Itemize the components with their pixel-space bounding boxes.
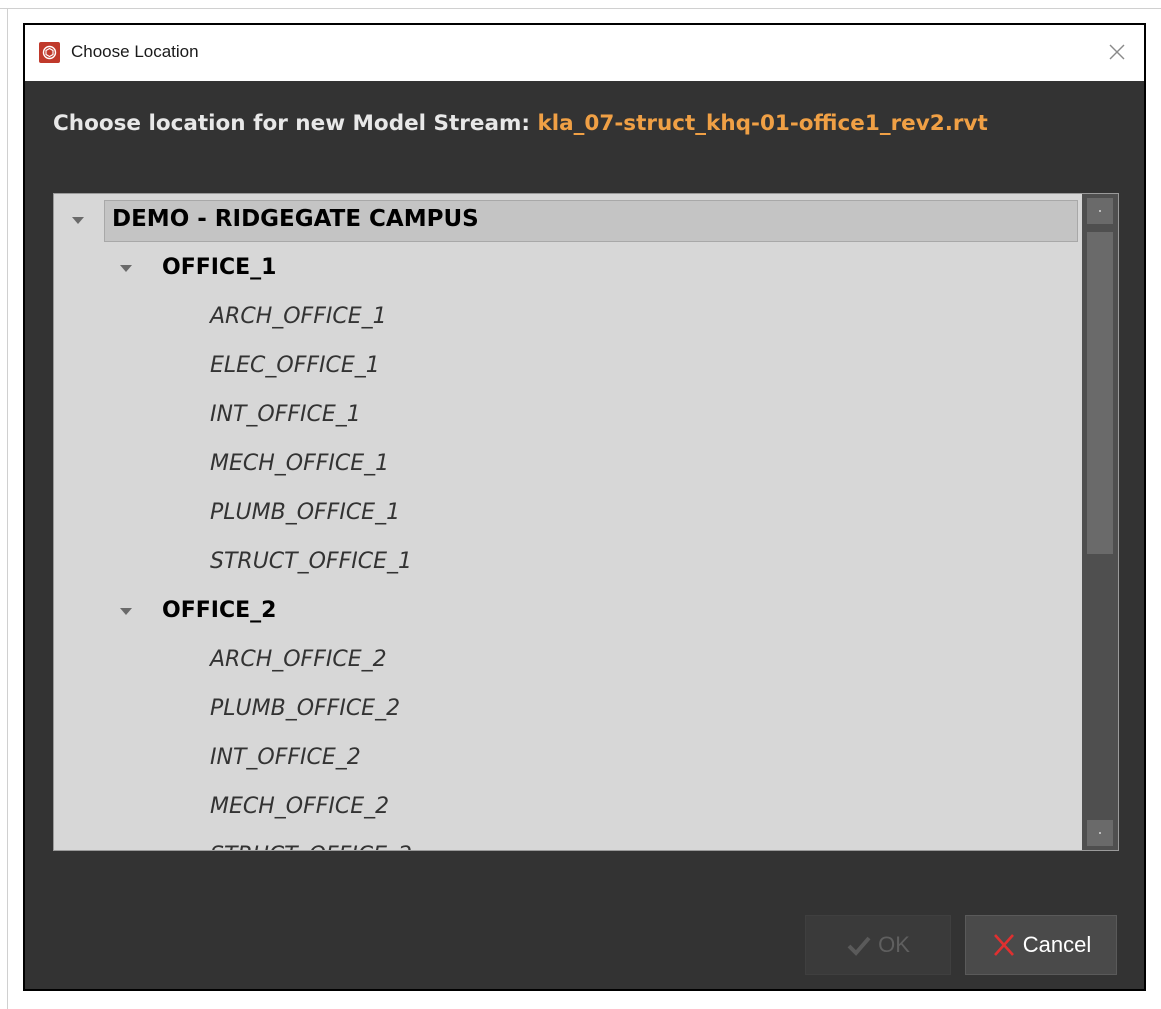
scroll-down-icon — [1099, 832, 1101, 834]
tree-item-label: ARCH_OFFICE_1 — [210, 304, 387, 329]
heading-filename: kla_07-struct_khq-01-office1_rev2.rvt — [537, 111, 988, 136]
cancel-button[interactable]: Cancel — [965, 915, 1117, 975]
tree-group-row[interactable]: OFFICE_1 — [54, 245, 1080, 293]
scroll-up-icon — [1099, 210, 1101, 212]
close-icon — [1109, 44, 1125, 60]
tree-item-row[interactable]: INT_OFFICE_2 — [54, 735, 1080, 783]
title-bar: Choose Location — [25, 25, 1144, 81]
tree-item-row[interactable]: PLUMB_OFFICE_1 — [54, 490, 1080, 538]
heading-prefix: Choose location for new Model Stream: — [53, 111, 530, 136]
choose-location-dialog: Choose Location Choose location for new … — [23, 23, 1146, 991]
location-tree: DEMO - RIDGEGATE CAMPUS OFFICE_1 ARCH_OF… — [53, 193, 1119, 851]
tree-item-label: MECH_OFFICE_2 — [210, 794, 390, 819]
tree-group-row[interactable]: OFFICE_2 — [54, 588, 1080, 636]
tree-group-label: OFFICE_1 — [162, 255, 277, 280]
tree-root-row[interactable]: DEMO - RIDGEGATE CAMPUS — [54, 197, 1080, 245]
tree-item-label: ELEC_OFFICE_1 — [210, 353, 380, 378]
tree-item-label: MECH_OFFICE_1 — [210, 451, 390, 476]
close-button[interactable] — [1104, 39, 1130, 65]
expand-arrow-icon[interactable] — [120, 265, 132, 272]
tree-item-row[interactable]: STRUCT_OFFICE_2 — [54, 833, 1080, 850]
heading: Choose location for new Model Stream: kl… — [53, 111, 988, 136]
tree-item-row[interactable]: PLUMB_OFFICE_2 — [54, 686, 1080, 734]
ok-button[interactable]: OK — [805, 915, 951, 975]
tree-item-row[interactable]: ARCH_OFFICE_2 — [54, 637, 1080, 685]
tree-item-label: STRUCT_OFFICE_2 — [210, 843, 412, 850]
tree-item-label: STRUCT_OFFICE_1 — [210, 549, 412, 574]
tree-item-row[interactable]: INT_OFFICE_1 — [54, 392, 1080, 440]
cancel-label: Cancel — [1022, 932, 1092, 957]
background-vline — [7, 8, 8, 1009]
app-logo-icon — [39, 42, 60, 63]
tree-item-row[interactable]: MECH_OFFICE_2 — [54, 784, 1080, 832]
tree-group-label: OFFICE_2 — [162, 598, 277, 623]
ok-label: OK — [878, 932, 910, 957]
tree-item-label: PLUMB_OFFICE_1 — [210, 500, 401, 525]
scroll-down-button[interactable] — [1087, 820, 1113, 846]
window-title: Choose Location — [71, 42, 199, 61]
tree-item-label: INT_OFFICE_1 — [210, 402, 361, 427]
x-icon — [991, 932, 1017, 958]
tree-item-row[interactable]: ARCH_OFFICE_1 — [54, 294, 1080, 342]
tree-item-row[interactable]: MECH_OFFICE_1 — [54, 441, 1080, 489]
tree-item-label: INT_OFFICE_2 — [210, 745, 361, 770]
tree-root-label: DEMO - RIDGEGATE CAMPUS — [112, 206, 479, 232]
scroll-up-button[interactable] — [1087, 198, 1113, 224]
background-line — [0, 8, 1161, 9]
tree-item-row[interactable]: ELEC_OFFICE_1 — [54, 343, 1080, 391]
tree-item-row[interactable]: STRUCT_OFFICE_1 — [54, 539, 1080, 587]
scroll-thumb[interactable] — [1087, 232, 1113, 554]
expand-arrow-icon[interactable] — [72, 217, 84, 224]
tree-item-label: ARCH_OFFICE_2 — [210, 647, 387, 672]
expand-arrow-icon[interactable] — [120, 608, 132, 615]
checkmark-icon — [846, 934, 872, 956]
tree-item-label: PLUMB_OFFICE_2 — [210, 696, 401, 721]
vertical-scrollbar[interactable] — [1082, 194, 1118, 850]
